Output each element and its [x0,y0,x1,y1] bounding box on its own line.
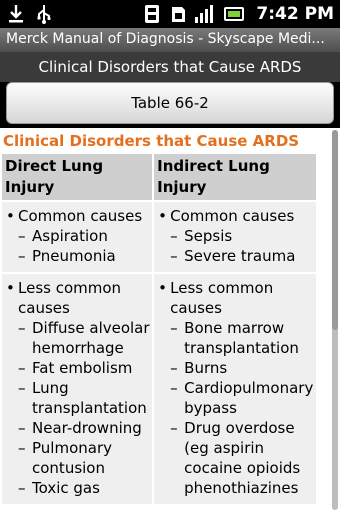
table-cell: Common causes Sepsis Severe trauma [153,200,318,273]
status-bar: 7:42 PM [0,0,340,28]
list-item: Bone marrow transplantation [156,318,314,358]
download-icon [6,3,26,25]
list-item: Burns [156,358,314,378]
signal-icon [194,3,214,25]
bullet-heading: Less common causes [4,278,150,318]
bullet-heading: Common causes [4,206,150,226]
page-title: Clinical Disorders that Cause ARDS [38,58,302,76]
list-item: Aspiration [4,226,150,246]
disorders-table: Direct Lung Injury Indirect Lung Injury … [2,154,318,504]
table-cell: Less common causes Bone marrow transplan… [153,272,318,504]
data-icon [142,3,162,25]
table-cell: Less common causes Diffuse alveolar hemo… [2,272,155,504]
button-area: Table 66-2 [0,82,340,128]
app-title-bar: Merck Manual of Diagnosis - Skyscape Med… [0,28,340,52]
list-item: Severe trauma [156,246,314,266]
status-right: 7:42 PM [142,3,334,25]
battery-icon [220,3,246,25]
list-item: Diffuse alveolar hemorrhage [4,318,150,358]
column-header-direct: Direct Lung Injury [2,154,155,201]
app-title: Merck Manual of Diagnosis - Skyscape Med… [6,31,325,47]
column-header-indirect: Indirect Lung Injury [153,154,318,201]
list-item: Lung transplantation [4,378,150,418]
status-left [6,3,54,25]
list-item: Pulmonary contusion [4,438,150,478]
list-item: Toxic gas [4,478,150,498]
scroll-thumb[interactable] [332,130,338,330]
table-row: Less common causes Diffuse alveolar hemo… [2,272,318,504]
list-item: Pneumonia [4,246,150,266]
list-item: Cardiopulmonary bypass [156,378,314,418]
vertical-scrollbar[interactable] [332,130,338,510]
table-row: Common causes Aspiration Pneumonia Commo… [2,200,318,273]
table-cell: Common causes Aspiration Pneumonia [2,200,155,273]
storage-icon [168,3,188,25]
usb-icon [34,3,54,25]
content-title: Clinical Disorders that Cause ARDS [3,132,300,150]
content-area[interactable]: Clinical Disorders that Cause ARDS Direc… [0,128,340,510]
bullet-heading: Common causes [156,206,314,226]
table-button[interactable]: Table 66-2 [6,82,334,124]
list-item: Sepsis [156,226,314,246]
page-header: Clinical Disorders that Cause ARDS [0,52,340,82]
table-header-row: Direct Lung Injury Indirect Lung Injury [2,154,318,201]
list-item: Drug overdose (eg aspirin cocaine opioid… [156,418,314,498]
status-time: 7:42 PM [256,4,334,24]
list-item: Fat embolism [4,358,150,378]
list-item: Near-drowning [4,418,150,438]
bullet-heading: Less common causes [156,278,314,318]
